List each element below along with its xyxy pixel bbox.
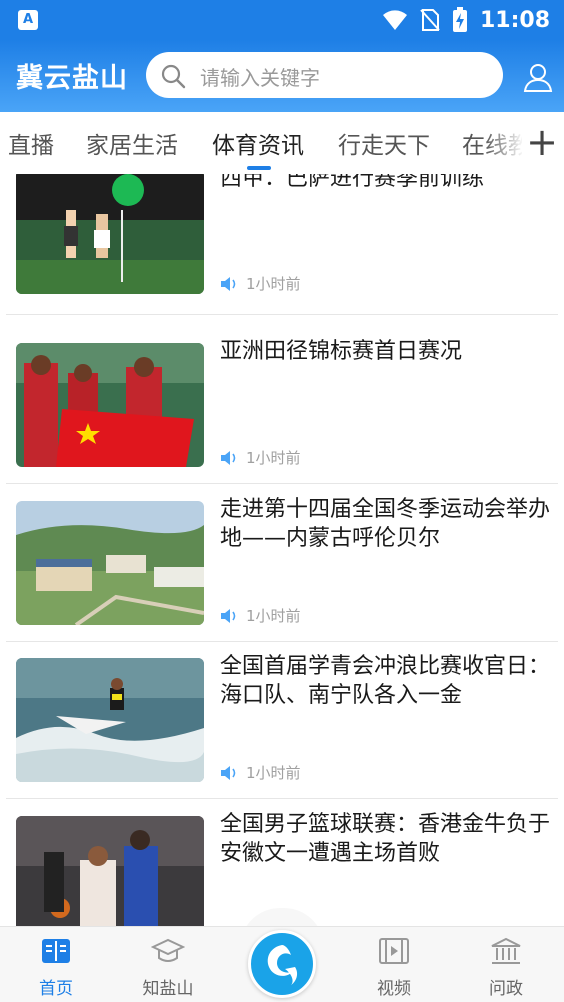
news-title: 亚洲田径锦标赛首日赛况 xyxy=(220,339,463,364)
news-time: 1小时前 xyxy=(246,607,301,625)
tab-travel[interactable]: 行走天下 xyxy=(338,126,430,160)
speaker-icon xyxy=(221,608,236,623)
news-thumbnail-basketball xyxy=(16,816,204,926)
search-input[interactable]: 请输入关键字 xyxy=(146,52,503,98)
tab-live[interactable]: 直播 xyxy=(8,126,54,160)
news-time: 1小时前 xyxy=(246,449,301,467)
tab-home-life[interactable]: 家居生活 xyxy=(86,126,178,160)
app-logo-icon xyxy=(267,945,298,985)
no-sim-icon xyxy=(420,9,440,31)
nav-know-yanshan-label: 知盐山 xyxy=(142,979,194,999)
news-meta: 1小时前 xyxy=(220,605,301,626)
news-item[interactable]: 全国首届学青会冲浪比赛收官日：海口队、南宁队各入一金 1小时前 xyxy=(6,642,558,799)
news-title: 全国首届学青会冲浪比赛收官日：海口队、南宁队各入一金 xyxy=(220,654,551,708)
news-thumbnail-soccer-training xyxy=(16,174,204,294)
tab-sports-news[interactable]: 体育资讯 xyxy=(212,126,304,160)
nav-inquiry-label: 问政 xyxy=(489,979,523,999)
news-title: 西甲：巴萨进行赛季前训练 xyxy=(220,174,485,191)
user-profile-icon[interactable] xyxy=(522,62,554,94)
news-thumbnail-athletics xyxy=(16,343,204,467)
speaker-icon xyxy=(221,276,236,291)
app-notification-icon: A xyxy=(18,10,38,30)
nav-know-yanshan[interactable]: 知盐山 xyxy=(128,937,208,999)
book-icon xyxy=(42,939,70,963)
search-placeholder: 请输入关键字 xyxy=(200,66,320,90)
active-tab-indicator xyxy=(247,166,271,170)
film-icon xyxy=(379,938,409,964)
news-thumbnail-surfing xyxy=(16,658,204,782)
news-list: 西甲：巴萨进行赛季前训练 1小时前 亚洲田径锦标赛首日赛况 1小时前 走进第十四… xyxy=(0,174,564,926)
news-item[interactable]: 走进第十四届全国冬季运动会举办地——内蒙古呼伦贝尔 1小时前 xyxy=(6,485,558,642)
center-logo-button[interactable] xyxy=(248,930,316,998)
speaker-icon xyxy=(221,765,236,780)
news-item[interactable]: 亚洲田径锦标赛首日赛况 1小时前 xyxy=(6,327,558,484)
search-icon xyxy=(161,64,186,89)
news-title: 全国男子篮球联赛：香港金牛负于安徽文一遭遇主场首败 xyxy=(220,812,551,866)
news-title: 走进第十四届全国冬季运动会举办地——内蒙古呼伦贝尔 xyxy=(220,497,551,551)
news-meta: 1小时前 xyxy=(220,273,301,294)
nav-home[interactable]: 首页 xyxy=(16,937,96,999)
status-icons: 11:08 xyxy=(382,6,550,34)
battery-charging-icon xyxy=(452,7,467,32)
graduation-cap-icon xyxy=(150,938,186,962)
news-item[interactable]: 西甲：巴萨进行赛季前训练 1小时前 xyxy=(6,174,558,315)
government-building-icon xyxy=(491,937,521,964)
category-tabs: 直播 家居生活 体育资讯 行走天下 在线教 + xyxy=(0,112,564,174)
nav-inquiry[interactable]: 问政 xyxy=(466,937,546,999)
news-thumbnail-hulunbuir xyxy=(16,501,204,625)
tabs-fade xyxy=(484,112,524,174)
news-time: 1小时前 xyxy=(246,275,301,293)
wifi-icon xyxy=(382,10,407,30)
app-brand: 冀云盐山 xyxy=(16,63,128,94)
nav-home-label: 首页 xyxy=(39,979,73,999)
news-meta: 1小时前 xyxy=(220,447,301,468)
news-time: 1小时前 xyxy=(246,764,301,782)
app-header: 冀云盐山 请输入关键字 xyxy=(0,40,564,112)
speaker-icon xyxy=(221,450,236,465)
status-time: 11:08 xyxy=(479,7,550,33)
nav-video[interactable]: 视频 xyxy=(354,937,434,999)
status-bar: A 11:08 xyxy=(0,0,564,40)
add-tab-button[interactable]: + xyxy=(522,120,562,164)
nav-video-label: 视频 xyxy=(377,979,411,999)
news-meta: 1小时前 xyxy=(220,762,301,783)
